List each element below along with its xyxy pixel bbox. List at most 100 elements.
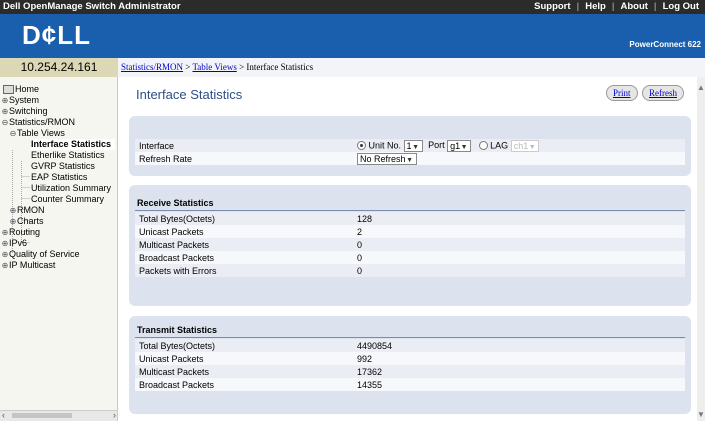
sidebar-item-system[interactable]: ⊕System: [1, 95, 39, 106]
receive-statistics-panel: Receive Statistics Total Bytes(Octets) 1…: [129, 185, 691, 306]
sidebar-item-label: Statistics/RMON: [9, 117, 76, 127]
expand-icon[interactable]: ⊕: [1, 238, 9, 249]
breadcrumb-link-statistics-rmon[interactable]: Statistics/RMON: [121, 62, 183, 72]
expand-icon[interactable]: ⊕: [1, 95, 9, 106]
sidebar-horizontal-scrollbar[interactable]: ‹ ›: [0, 410, 117, 421]
sidebar-item-ipv6[interactable]: ⊕IPv6: [1, 238, 27, 249]
expand-icon[interactable]: ⊕: [9, 216, 17, 227]
sidebar-item-home[interactable]: Home: [3, 84, 39, 95]
expand-icon[interactable]: ⊕: [1, 249, 9, 260]
sidebar-item-label: Etherlike Statistics: [31, 150, 105, 160]
sidebar-item-ip-multicast[interactable]: ⊕IP Multicast: [1, 260, 56, 271]
table-row: Broadcast Packets 14355: [135, 378, 685, 391]
stat-label: Packets with Errors: [135, 264, 353, 277]
sidebar-item-counter-summary[interactable]: Counter Summary: [31, 194, 104, 205]
transmit-statistics-title: Transmit Statistics: [137, 325, 218, 335]
print-button[interactable]: Print: [606, 85, 638, 101]
stat-value: 4490854: [353, 339, 685, 352]
help-link[interactable]: Help: [579, 1, 612, 12]
sidebar-item-label: Quality of Service: [9, 249, 80, 259]
table-row: Total Bytes(Octets) 4490854: [135, 339, 685, 352]
stat-label: Multicast Packets: [135, 365, 353, 378]
refresh-rate-label: Refresh Rate: [135, 152, 353, 165]
stat-label: Unicast Packets: [135, 352, 353, 365]
about-link[interactable]: About: [614, 1, 653, 12]
scroll-up-icon[interactable]: ▲: [697, 83, 705, 92]
refresh-rate-controls: No Refresh▼: [353, 152, 685, 165]
top-links: Support | Help | About | Log Out: [528, 1, 705, 12]
sidebar-item-gvrp-statistics[interactable]: GVRP Statistics: [31, 161, 95, 172]
scroll-right-icon[interactable]: ›: [113, 410, 116, 420]
sidebar-item-label: IPv6: [9, 238, 28, 248]
sidebar-item-etherlike-statistics[interactable]: Etherlike Statistics: [31, 150, 105, 161]
transmit-statistics-table: Total Bytes(Octets) 4490854 Unicast Pack…: [135, 339, 685, 391]
sidebar-item-interface-statistics[interactable]: Interface Statistics: [31, 139, 116, 150]
unit-radio[interactable]: [357, 141, 366, 150]
expand-icon[interactable]: ⊕: [1, 260, 9, 271]
table-row: Multicast Packets 17362: [135, 365, 685, 378]
table-row: Total Bytes(Octets) 128: [135, 212, 685, 225]
scrollbar-thumb[interactable]: [12, 413, 72, 418]
stat-value: 128: [353, 212, 685, 225]
interface-row: Interface Unit No. 1▼ Port g1▼ LAG ch1▼: [135, 139, 685, 152]
interface-controls: Unit No. 1▼ Port g1▼ LAG ch1▼: [353, 139, 685, 152]
logout-link[interactable]: Log Out: [657, 1, 705, 12]
stat-value: 14355: [353, 378, 685, 391]
interface-panel: Interface Unit No. 1▼ Port g1▼ LAG ch1▼ …: [129, 116, 691, 176]
sidebar-item-eap-statistics[interactable]: EAP Statistics: [31, 172, 87, 183]
breadcrumb-separator: >: [239, 62, 245, 72]
header-banner: D¢LL PowerConnect 622: [0, 14, 705, 58]
lag-select[interactable]: ch1▼: [510, 139, 540, 152]
interface-form: Interface Unit No. 1▼ Port g1▼ LAG ch1▼ …: [135, 139, 685, 165]
stat-label: Multicast Packets: [135, 238, 353, 251]
sidebar-item-charts[interactable]: ⊕Charts: [9, 216, 44, 227]
unit-select[interactable]: 1▼: [403, 139, 423, 152]
port-select[interactable]: g1▼: [447, 139, 472, 152]
dell-logo: D¢LL: [22, 20, 91, 50]
stat-value: 17362: [353, 365, 685, 378]
receive-statistics-title: Receive Statistics: [137, 198, 214, 208]
port-value: g1: [450, 140, 461, 151]
lag-radio[interactable]: [478, 141, 488, 150]
refresh-rate-select[interactable]: No Refresh▼: [357, 152, 417, 165]
expand-icon[interactable]: ⊕: [9, 205, 17, 216]
stat-value: 0: [353, 238, 685, 251]
main-content: Interface Statistics Print Refresh Inter…: [119, 77, 696, 421]
sidebar-item-routing[interactable]: ⊕Routing: [1, 227, 40, 238]
breadcrumb-link-table-views[interactable]: Table Views: [192, 62, 236, 72]
table-row: Broadcast Packets 0: [135, 251, 685, 264]
stat-value: 0: [353, 264, 685, 277]
stat-label: Total Bytes(Octets): [135, 339, 353, 352]
support-link[interactable]: Support: [528, 1, 576, 12]
table-row: Packets with Errors 0: [135, 264, 685, 277]
breadcrumb: Statistics/RMON > Table Views > Interfac…: [118, 58, 705, 77]
stat-label: Broadcast Packets: [135, 251, 353, 264]
sidebar-item-utilization-summary[interactable]: Utilization Summary: [31, 183, 111, 194]
collapse-icon[interactable]: ⊖: [9, 128, 17, 139]
chevron-down-icon: ▼: [412, 143, 420, 151]
product-name: PowerConnect 622: [629, 40, 701, 49]
refresh-button[interactable]: Refresh: [642, 85, 684, 101]
collapse-icon[interactable]: ⊖: [1, 117, 9, 128]
breadcrumb-separator: >: [185, 62, 191, 72]
sidebar-item-switching[interactable]: ⊕Switching: [1, 106, 48, 117]
stat-value: 992: [353, 352, 685, 365]
sidebar-tree: Home ⊕System ⊕Switching ⊖Statistics/RMON…: [0, 77, 118, 421]
sidebar-item-label: Utilization Summary: [31, 183, 112, 193]
main-vertical-scrollbar[interactable]: ▲ ▼: [697, 77, 705, 421]
scroll-left-icon[interactable]: ‹: [2, 410, 5, 420]
chevron-down-icon: ▼: [528, 143, 536, 151]
scroll-down-icon[interactable]: ▼: [697, 410, 705, 419]
sidebar-item-statistics-rmon[interactable]: ⊖Statistics/RMON: [1, 117, 75, 128]
interface-label: Interface: [135, 139, 353, 152]
expand-icon[interactable]: ⊕: [1, 227, 9, 238]
stat-label: Broadcast Packets: [135, 378, 353, 391]
chevron-down-icon: ▼: [406, 156, 413, 164]
table-row: Unicast Packets 992: [135, 352, 685, 365]
sidebar-item-label: Routing: [9, 227, 41, 237]
sidebar-item-rmon[interactable]: ⊕RMON: [9, 205, 45, 216]
expand-icon[interactable]: ⊕: [1, 106, 9, 117]
sidebar-item-table-views[interactable]: ⊖Table Views: [9, 128, 65, 139]
stat-value: 0: [353, 251, 685, 264]
sidebar-item-quality-of-service[interactable]: ⊕Quality of Service: [1, 249, 80, 260]
